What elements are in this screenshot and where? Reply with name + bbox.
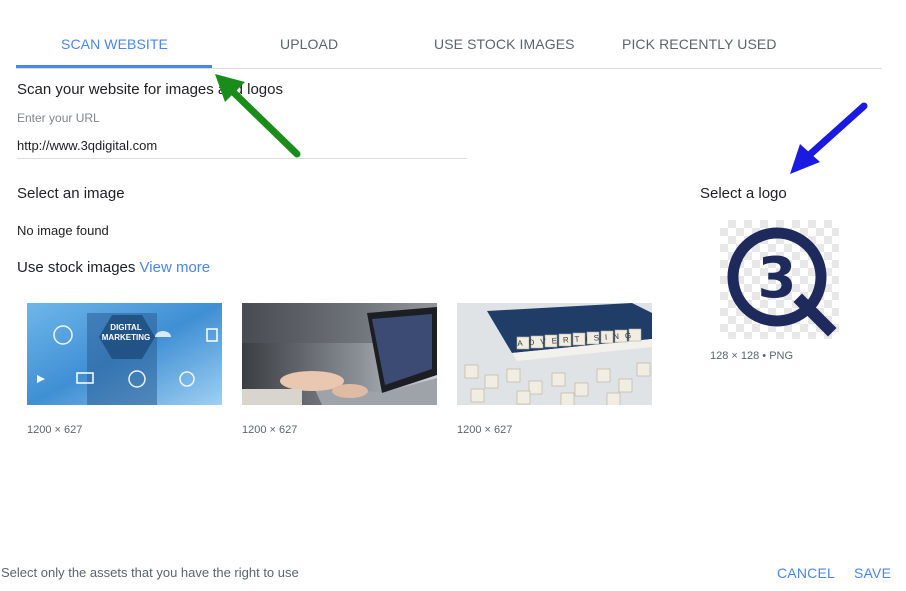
blue-arrow-icon bbox=[790, 102, 868, 174]
stock-image-laptop[interactable] bbox=[242, 303, 437, 405]
cancel-button[interactable]: CANCEL bbox=[777, 565, 835, 581]
stock-image-advertising[interactable]: ADVERTISING bbox=[457, 303, 652, 405]
tab-bar: SCAN WEBSITE UPLOAD USE STOCK IMAGES PIC… bbox=[16, 26, 882, 69]
footer-note: Select only the assets that you have the… bbox=[1, 565, 299, 580]
select-logo-heading: Select a logo bbox=[700, 185, 787, 202]
url-label: Enter your URL bbox=[17, 111, 100, 125]
select-image-heading: Select an image bbox=[17, 185, 125, 202]
thumb-caption-digital-marketing: DIGITAL MARKETING bbox=[101, 323, 151, 342]
tab-scan-website[interactable]: SCAN WEBSITE bbox=[61, 36, 168, 52]
3q-logo-icon: 3 bbox=[727, 227, 837, 337]
logo-mark-text: 3 bbox=[758, 246, 797, 311]
scan-heading: Scan your website for images and logos bbox=[17, 81, 283, 98]
tab-upload[interactable]: UPLOAD bbox=[280, 36, 338, 52]
tab-pick-recently-used[interactable]: PICK RECENTLY USED bbox=[622, 36, 777, 52]
stock-image-digital-marketing[interactable]: DIGITAL MARKETING bbox=[27, 303, 222, 405]
stock-image-size: 1200 × 627 bbox=[27, 424, 83, 436]
logo-option-3q[interactable]: 3 bbox=[720, 220, 839, 339]
stock-image-size: 1200 × 627 bbox=[457, 424, 513, 436]
stock-images-label: Use stock images bbox=[17, 259, 136, 276]
url-input[interactable] bbox=[17, 133, 467, 159]
logo-meta: 128 × 128 • PNG bbox=[710, 350, 794, 362]
save-button[interactable]: SAVE bbox=[854, 565, 891, 581]
view-more-link[interactable]: View more bbox=[140, 259, 211, 276]
tab-use-stock-images[interactable]: USE STOCK IMAGES bbox=[434, 36, 575, 52]
no-image-text: No image found bbox=[17, 223, 109, 238]
stock-image-size: 1200 × 627 bbox=[242, 424, 298, 436]
active-tab-indicator bbox=[16, 65, 212, 68]
stock-images-line: Use stock images View more bbox=[17, 259, 210, 276]
